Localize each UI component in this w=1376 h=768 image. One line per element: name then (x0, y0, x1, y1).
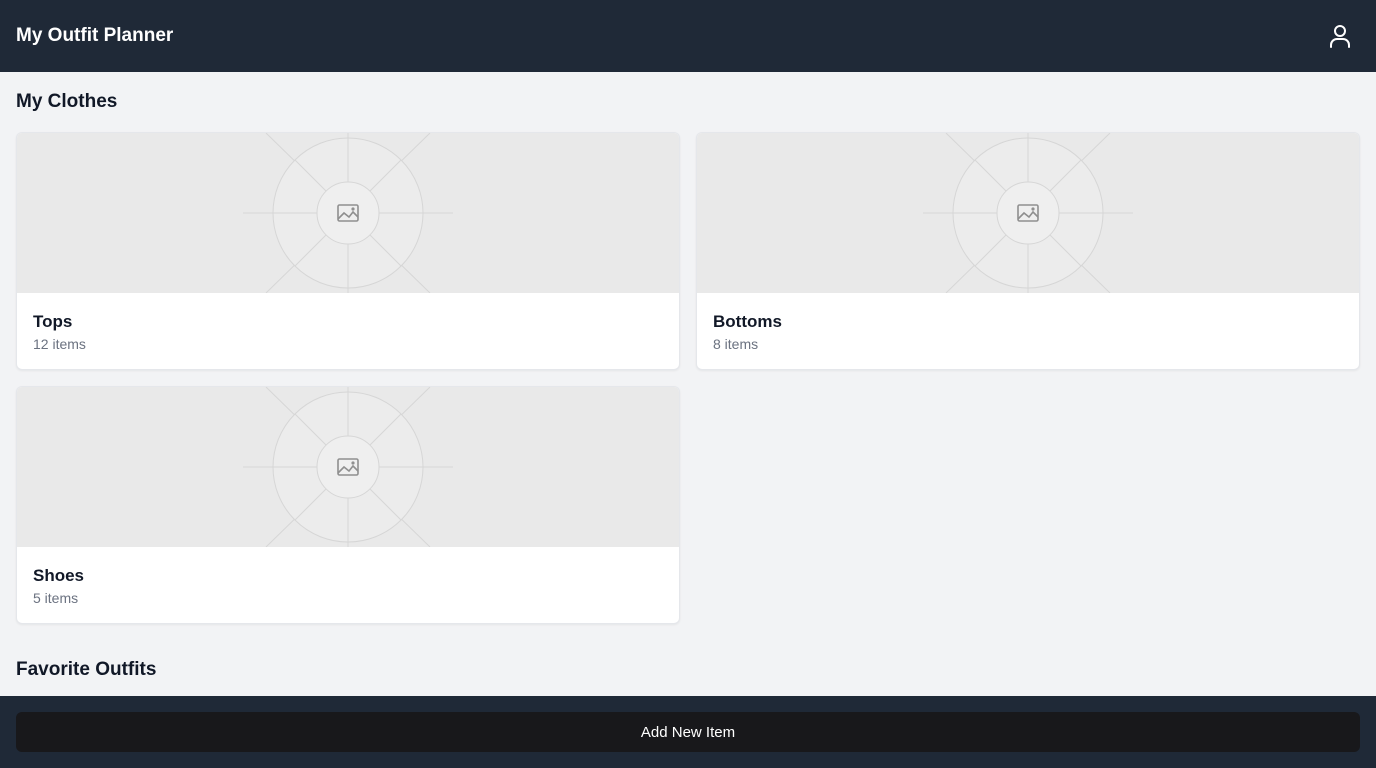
app-title: My Outfit Planner (16, 25, 174, 46)
category-item-count: 12 items (33, 336, 86, 352)
category-card-bottoms[interactable]: Bottoms 8 items (696, 132, 1360, 370)
category-image-placeholder (17, 387, 679, 547)
category-name: Bottoms (713, 312, 782, 331)
category-card-tops[interactable]: Tops 12 items (16, 132, 680, 370)
app-header: My Outfit Planner (0, 0, 1376, 72)
category-item-count: 5 items (33, 590, 79, 606)
add-new-item-button[interactable]: Add New Item (16, 712, 1360, 752)
clothes-category-grid: Tops 12 items Bottoms 8 items Shoes 5 it… (16, 132, 1360, 624)
image-placeholder-graphic (243, 387, 453, 547)
my-clothes-heading: My Clothes (16, 91, 118, 112)
category-item-count: 8 items (713, 336, 759, 352)
profile-button[interactable] (1320, 16, 1360, 56)
category-card-shoes[interactable]: Shoes 5 items (16, 386, 680, 624)
category-image-placeholder (697, 133, 1359, 293)
image-placeholder-graphic (243, 133, 453, 293)
image-placeholder-graphic (923, 133, 1133, 293)
category-name: Tops (33, 312, 73, 331)
bottom-action-bar: Add New Item (0, 696, 1376, 768)
category-name: Shoes (33, 566, 85, 585)
main-content: My Clothes Tops 12 items Bottoms 8 items… (0, 72, 1376, 696)
user-icon (1330, 25, 1350, 48)
category-image-placeholder (17, 133, 679, 293)
favorite-outfits-heading: Favorite Outfits (16, 659, 157, 680)
